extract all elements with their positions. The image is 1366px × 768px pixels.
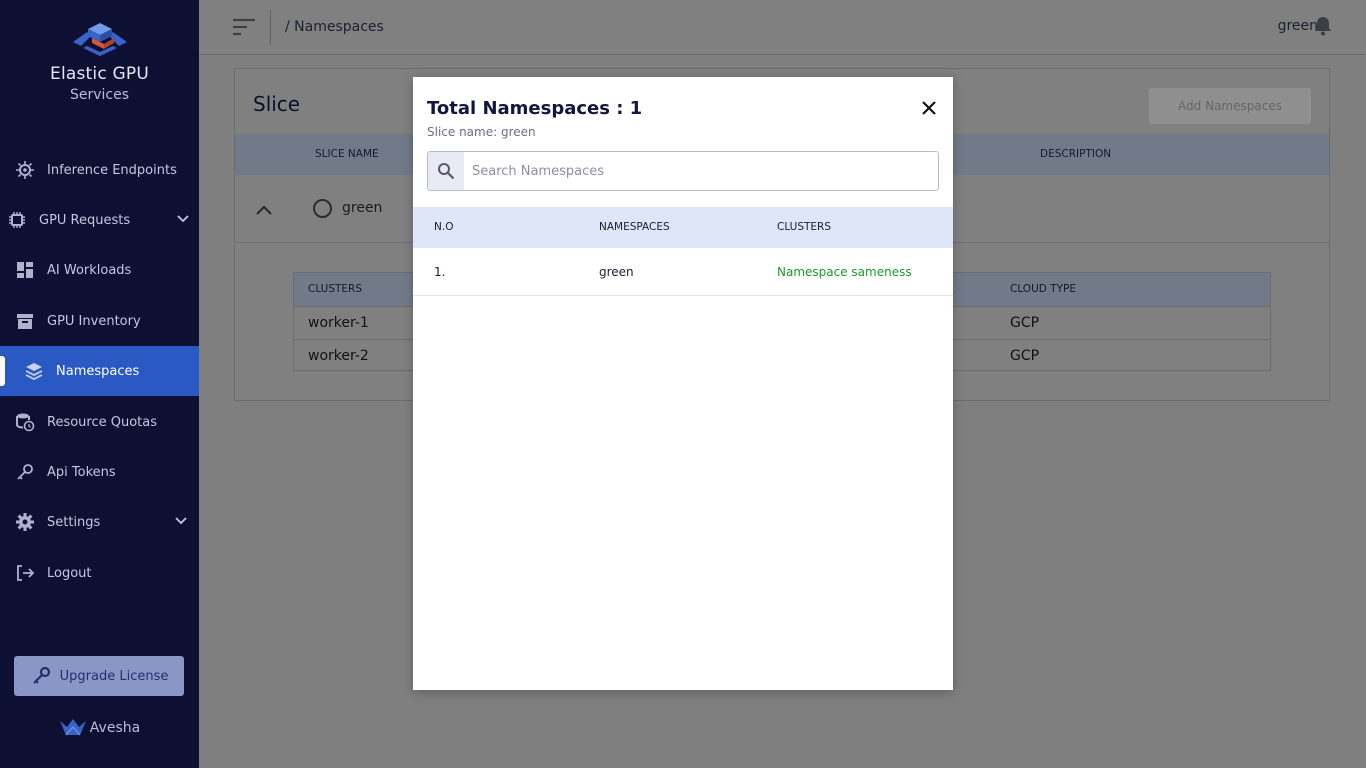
modal-title: Total Namespaces : 1 — [427, 98, 643, 119]
page-title: Slice — [253, 92, 301, 116]
logo-title: Elastic GPU — [50, 64, 149, 84]
column-header: SLICE NAME — [315, 148, 379, 160]
sidebar-item-label: Logout — [47, 565, 92, 581]
sidebar-item-label: Inference Endpoints — [47, 162, 177, 178]
column-header: N.O — [434, 221, 454, 233]
cloud-type: GCP — [1010, 315, 1040, 331]
user-name[interactable]: green — [1278, 18, 1318, 34]
cluster-name: worker-1 — [308, 315, 369, 331]
upgrade-license-button[interactable]: Upgrade License — [14, 656, 184, 696]
brand-footer: Avesha — [0, 718, 199, 738]
slice-name: green — [342, 200, 383, 216]
archive-icon — [14, 310, 36, 332]
search-input[interactable] — [472, 161, 922, 181]
chip-gear-icon — [14, 159, 36, 181]
sidebar-item-namespaces[interactable]: Namespaces — [0, 346, 199, 396]
logo-icon — [72, 23, 127, 56]
sidebar-item-gpu-requests[interactable]: GPU Requests — [0, 195, 199, 245]
brand-name: Avesha — [89, 720, 141, 736]
search-box — [427, 151, 939, 191]
dashboard-icon — [14, 259, 36, 281]
sidebar-item-label: Settings — [47, 514, 101, 530]
table-row: 1. green Namespace sameness — [413, 248, 953, 296]
column-header: CLOUD TYPE — [1010, 283, 1076, 295]
logo-subtitle: Services — [69, 87, 130, 103]
namespace-name: green — [599, 265, 634, 279]
crown-logo-icon — [59, 719, 86, 736]
chevron-down-icon — [177, 212, 189, 227]
namespaces-modal: Total Namespaces : 1 Slice name: green N… — [413, 77, 953, 690]
column-header: NAMESPACES — [599, 221, 670, 233]
sidebar-item-logout[interactable]: Logout — [0, 548, 199, 598]
sidebar-item-label: Api Tokens — [47, 464, 116, 480]
chevron-down-icon — [175, 514, 187, 529]
breadcrumb[interactable]: / Namespaces — [285, 19, 384, 35]
sidebar-item-settings[interactable]: Settings — [0, 497, 199, 547]
sidebar-item-resource-quotas[interactable]: Resource Quotas — [0, 397, 199, 447]
app-logo: Elastic GPU Services — [0, 20, 199, 103]
sidebar-item-label: GPU Requests — [39, 212, 131, 228]
sidebar-item-gpu-inventory[interactable]: GPU Inventory — [0, 296, 199, 346]
slice-radio[interactable] — [313, 199, 332, 218]
cluster-name: worker-2 — [308, 348, 369, 364]
key-icon — [32, 666, 50, 684]
sidebar-item-label: AI Workloads — [47, 262, 132, 278]
modal-subtitle: Slice name: green — [427, 125, 536, 139]
row-number: 1. — [434, 265, 446, 279]
column-header: CLUSTERS — [308, 283, 363, 295]
key-icon — [14, 461, 36, 483]
gear-icon — [14, 511, 36, 533]
bell-icon[interactable] — [1314, 16, 1332, 40]
close-icon[interactable] — [921, 100, 937, 116]
sidebar: Elastic GPU Services Inference Endpoints… — [0, 0, 199, 768]
sidebar-item-label: Namespaces — [56, 363, 140, 379]
chip-icon — [6, 209, 28, 231]
menu-toggle-icon[interactable] — [233, 18, 255, 36]
logout-icon — [14, 562, 36, 584]
sidebar-item-inference-endpoints[interactable]: Inference Endpoints — [0, 145, 199, 195]
add-namespaces-button[interactable]: Add Namespaces — [1149, 88, 1311, 124]
column-header: DESCRIPTION — [1040, 148, 1112, 160]
database-clock-icon — [14, 411, 36, 433]
namespace-sameness-link[interactable]: Namespace sameness — [777, 265, 912, 279]
chevron-up-icon[interactable] — [255, 201, 273, 220]
cloud-type: GCP — [1010, 348, 1040, 364]
active-indicator — [0, 356, 5, 386]
upgrade-license-label: Upgrade License — [59, 668, 169, 684]
layers-icon — [23, 360, 45, 382]
header-divider — [270, 10, 271, 45]
sidebar-item-api-tokens[interactable]: Api Tokens — [0, 447, 199, 497]
modal-table-header: N.O NAMESPACES CLUSTERS — [413, 207, 953, 248]
column-header: CLUSTERS — [777, 221, 832, 233]
search-icon — [428, 152, 464, 190]
top-header: / Namespaces green — [199, 0, 1366, 55]
sidebar-item-ai-workloads[interactable]: AI Workloads — [0, 245, 199, 295]
sidebar-item-label: GPU Inventory — [47, 313, 141, 329]
sidebar-item-label: Resource Quotas — [47, 414, 158, 430]
